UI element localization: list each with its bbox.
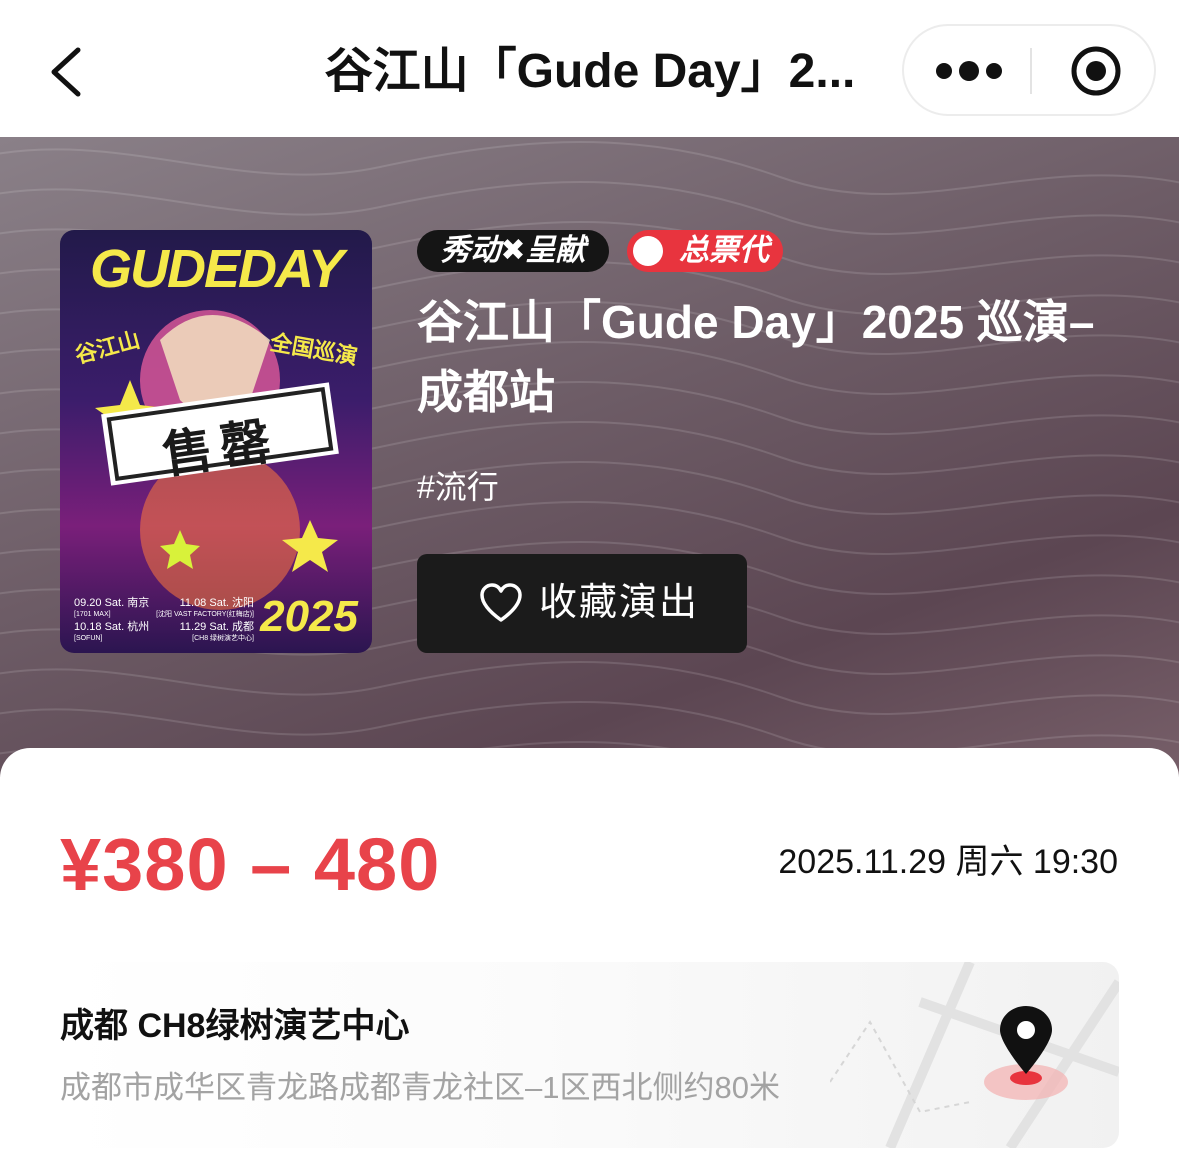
poster-date-row: 11.08 Sat. 沈阳 bbox=[179, 597, 254, 609]
heart-outline-icon bbox=[480, 583, 522, 622]
target-circle-icon bbox=[1071, 46, 1121, 96]
poster-date-row: 09.20 Sat. 南京 bbox=[74, 597, 150, 609]
logo-icon bbox=[633, 236, 663, 266]
poster-year: 2025 bbox=[260, 592, 358, 641]
top-nav-bar: 谷江山「Gude Day」2... bbox=[0, 0, 1179, 137]
badge-label: 总票代 bbox=[679, 234, 769, 267]
event-poster[interactable]: GUDEDAY 谷江山 全国巡演 售罄 09.20 Sat. 南京 11.08 … bbox=[60, 230, 372, 653]
show-title: 谷江山「Gude Day」2025 巡演–成都站 bbox=[417, 296, 1095, 418]
location-pin-icon bbox=[1000, 1006, 1052, 1074]
poster-headline: GUDEDAY bbox=[89, 239, 344, 299]
showstart-presents-badge: 秀动✖呈献 bbox=[417, 230, 609, 272]
price-range: ¥380 – 480 bbox=[60, 823, 441, 906]
poster-venue: [沈阳 VAST FACTORY(红梅店)] bbox=[156, 611, 254, 618]
favorite-button[interactable]: 收藏演出 bbox=[417, 554, 747, 653]
venue-name: 成都 CH8绿树演艺中心 bbox=[60, 1007, 410, 1045]
poster-venue: [SOFUN] bbox=[74, 635, 103, 642]
capsule-divider bbox=[1030, 48, 1032, 94]
venue-address: 成都市成华区青龙路成都青龙社区–1区西北侧约80米 bbox=[60, 1070, 780, 1105]
favorite-label: 收藏演出 bbox=[539, 582, 700, 624]
mini-program-capsule bbox=[902, 24, 1156, 116]
more-dots-icon bbox=[936, 61, 1002, 81]
poster-venue: [1701 MAX] bbox=[74, 611, 111, 618]
poster-venue: [CH8 绿树演艺中心] bbox=[192, 635, 254, 642]
chevron-left-icon bbox=[51, 47, 81, 97]
map-thumbnail[interactable] bbox=[830, 962, 1119, 1148]
page-title: 谷江山「Gude Day」2... bbox=[324, 45, 856, 98]
detail-card: ¥380 – 480 2025.11.29 周六 19:30 成都 CH8绿树演… bbox=[0, 748, 1179, 1156]
poster-dates: 09.20 Sat. 南京 11.08 Sat. 沈阳 [1701 MAX] [… bbox=[74, 596, 254, 644]
show-datetime: 2025.11.29 周六 19:30 bbox=[778, 843, 1118, 881]
poster-date-row: 10.18 Sat. 杭州 bbox=[74, 621, 150, 633]
hero-section: GUDEDAY 谷江山 全国巡演 售罄 09.20 Sat. 南京 11.08 … bbox=[0, 137, 1179, 777]
general-agent-badge: 总票代 bbox=[627, 230, 783, 272]
more-button[interactable] bbox=[924, 40, 1014, 102]
close-button[interactable] bbox=[1056, 40, 1136, 102]
back-button[interactable] bbox=[36, 36, 108, 108]
venue-info[interactable]: 成都 CH8绿树演艺中心 成都市成华区青龙路成都青龙社区–1区西北侧约80米 bbox=[60, 962, 1119, 1148]
genre-tag[interactable]: #流行 bbox=[417, 467, 499, 507]
poster-date-row: 11.29 Sat. 成都 bbox=[179, 621, 254, 633]
